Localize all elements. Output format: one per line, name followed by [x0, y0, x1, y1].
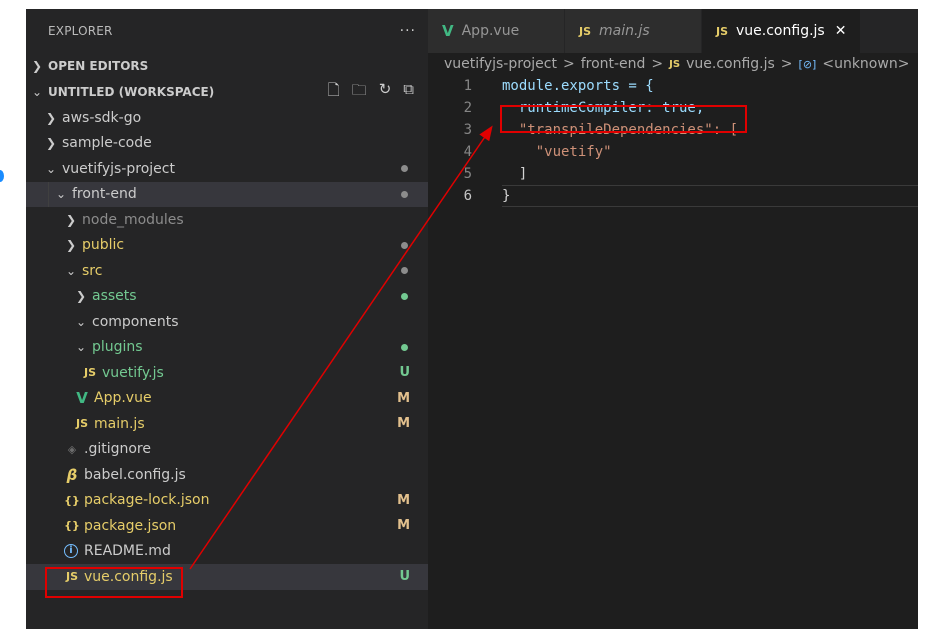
annotation-arrow: [189, 125, 493, 570]
